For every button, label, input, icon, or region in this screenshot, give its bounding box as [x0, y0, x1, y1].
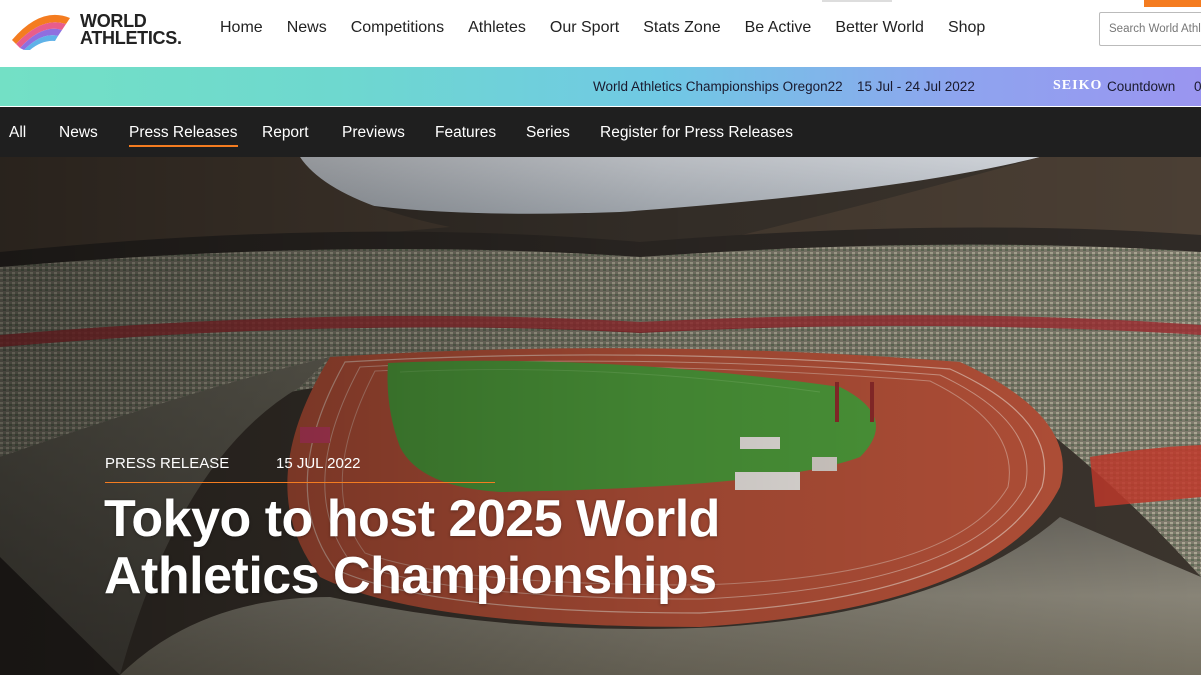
subnav-previews[interactable]: Previews — [342, 124, 405, 142]
header-orange-tab[interactable] — [1144, 0, 1201, 7]
article-title-line-1: Tokyo to host 2025 World — [104, 490, 720, 548]
article-title[interactable]: Tokyo to host 2025 World Athletics Champ… — [104, 491, 824, 605]
logo-wordmark: WORLD ATHLETICS. — [80, 12, 182, 48]
nav-be-active[interactable]: Be Active — [733, 19, 824, 37]
subnav-series[interactable]: Series — [526, 124, 570, 142]
nav-better-world[interactable]: Better World — [823, 19, 936, 37]
subnav-report[interactable]: Report — [262, 124, 309, 142]
subnav-register-press-releases[interactable]: Register for Press Releases — [600, 124, 793, 142]
hero-banner[interactable]: PRESS RELEASE 15 JUL 2022 Tokyo to host … — [0, 157, 1201, 675]
ticker-event-name[interactable]: World Athletics Championships Oregon22 — [593, 79, 843, 94]
subnav-all[interactable]: All — [9, 124, 26, 142]
subnav-press-releases[interactable]: Press Releases — [129, 124, 238, 147]
event-ticker-bar: World Athletics Championships Oregon22 1… — [0, 67, 1201, 106]
countdown-value: 0 — [1194, 79, 1201, 94]
article-type-label: PRESS RELEASE — [105, 455, 230, 472]
nav-competitions[interactable]: Competitions — [339, 19, 456, 37]
world-athletics-logo[interactable]: WORLD ATHLETICS. — [8, 8, 194, 52]
nav-stats-zone[interactable]: Stats Zone — [631, 19, 732, 37]
countdown-label: Countdown — [1107, 79, 1176, 94]
article-meta: PRESS RELEASE 15 JUL 2022 — [105, 455, 495, 483]
site-header: WORLD ATHLETICS. Home News Competitions … — [0, 0, 1201, 67]
subnav-features[interactable]: Features — [435, 124, 496, 142]
nav-shop[interactable]: Shop — [936, 19, 997, 37]
nav-home[interactable]: Home — [208, 19, 275, 37]
article-title-line-2: Athletics Championships — [104, 547, 717, 605]
logo-line-2: ATHLETICS. — [80, 28, 182, 48]
nav-news[interactable]: News — [275, 19, 339, 37]
article-date: 15 JUL 2022 — [276, 455, 361, 472]
nav-athletes[interactable]: Athletes — [456, 19, 538, 37]
news-category-nav: All News Press Releases Report Previews … — [0, 107, 1201, 157]
nav-our-sport[interactable]: Our Sport — [538, 19, 631, 37]
world-athletics-logo-icon — [12, 14, 70, 50]
subnav-news[interactable]: News — [59, 124, 98, 142]
main-nav: Home News Competitions Athletes Our Spor… — [208, 0, 997, 56]
ticker-event-dates: 15 Jul - 24 Jul 2022 — [857, 79, 975, 94]
header-top-divider — [822, 0, 892, 2]
seiko-logo: SEIKO — [1053, 78, 1103, 93]
search-input[interactable]: Search World Athl — [1099, 12, 1201, 46]
